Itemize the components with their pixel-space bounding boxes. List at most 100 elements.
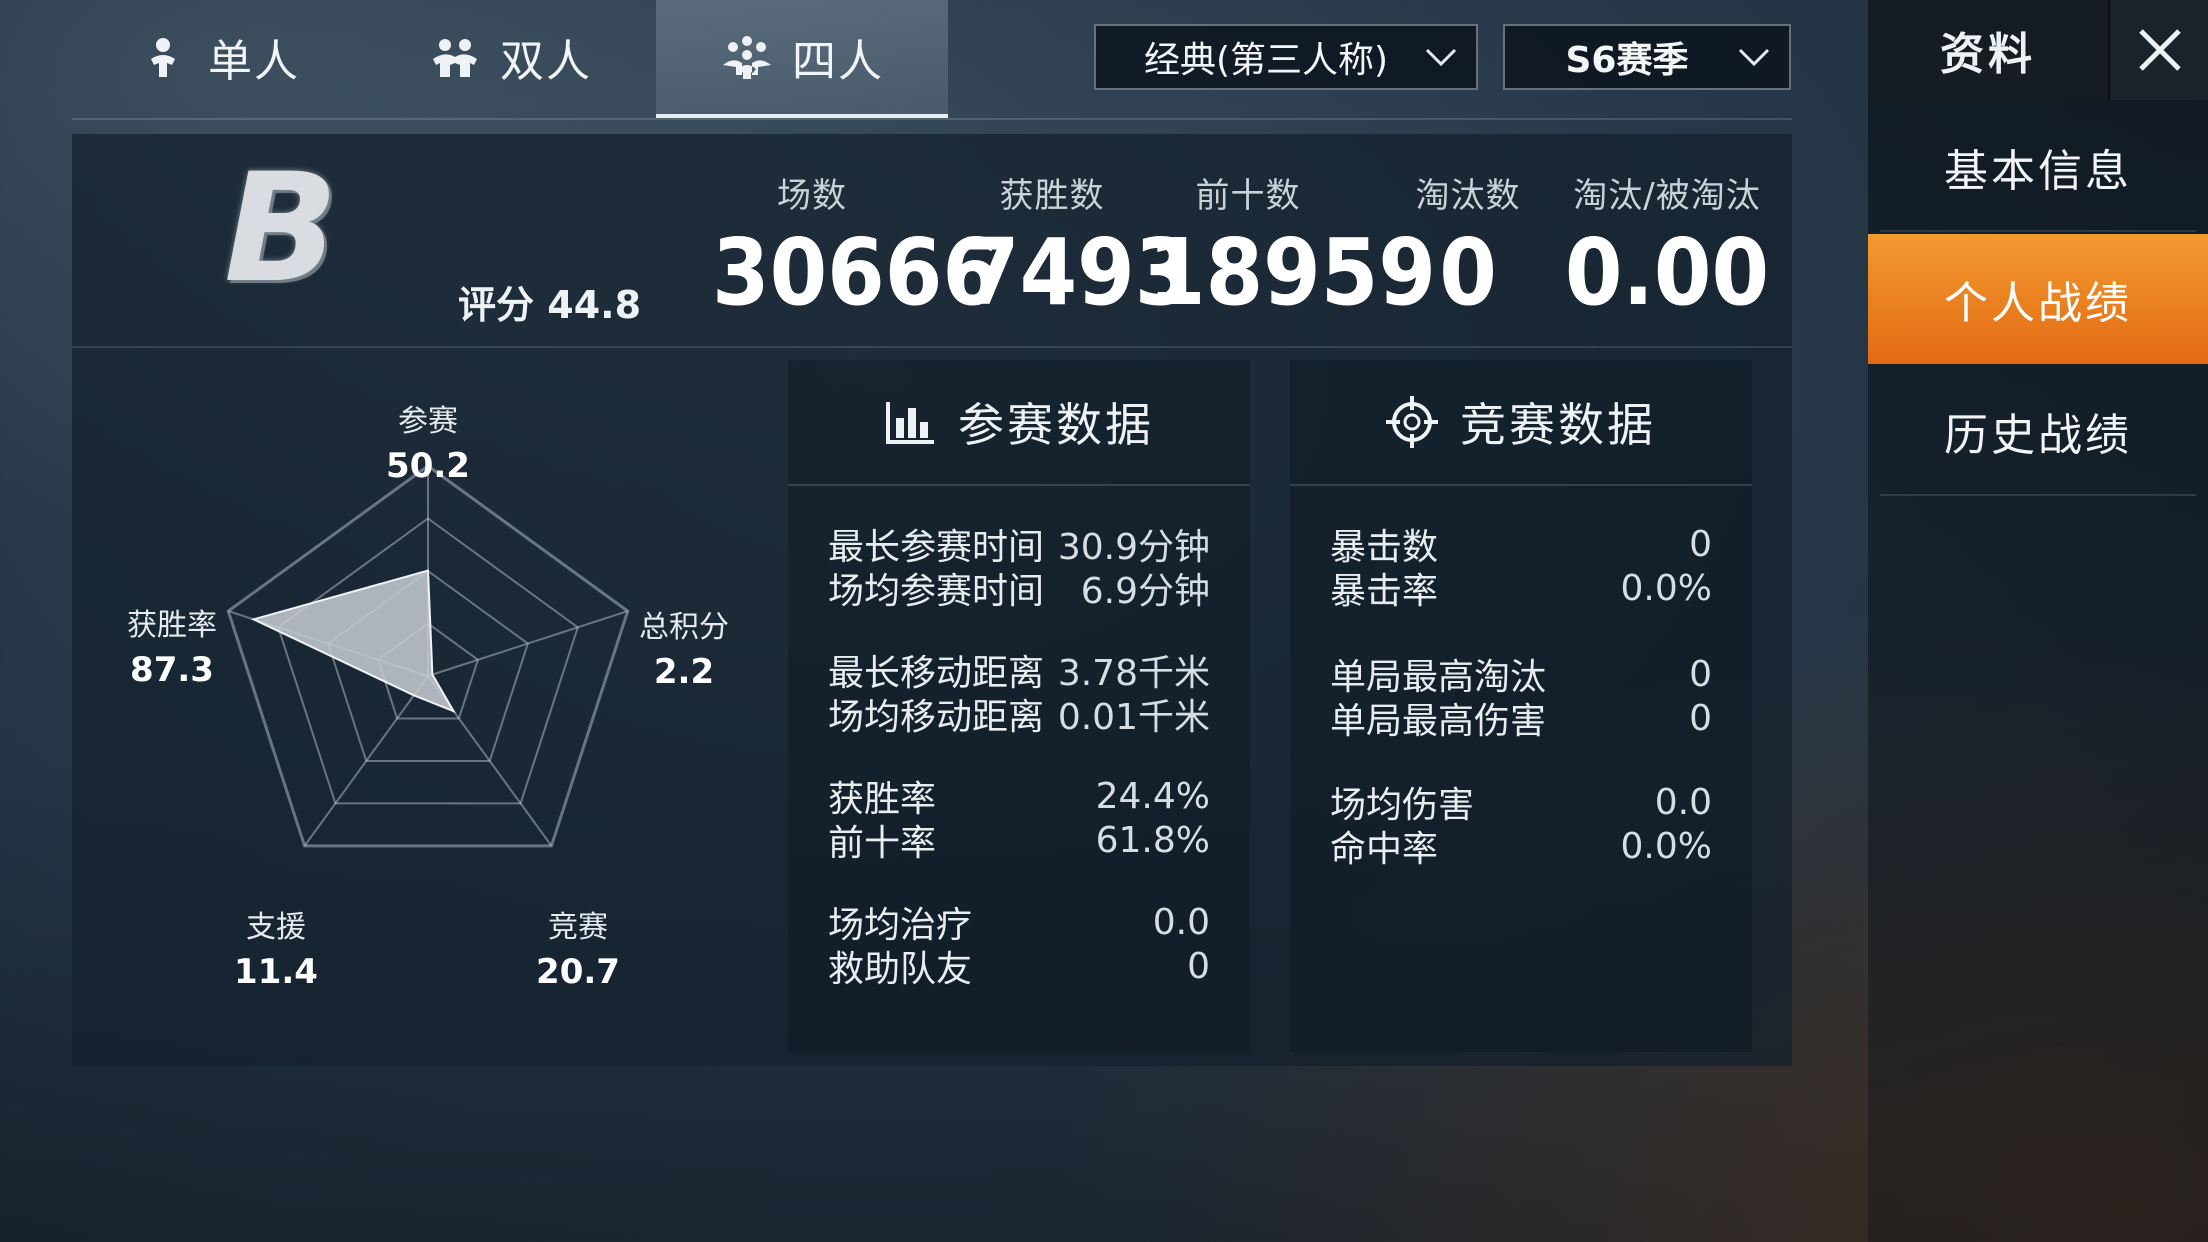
menu-label: 基本信息 [1944,146,2132,197]
menu-history-record[interactable]: 历史战绩 [1868,366,2208,496]
radar-axis-value: 87.3 [130,650,214,690]
data-row-label: 救助队友 [828,949,973,990]
tab-squad-label: 四人 [792,36,884,87]
participation-header: 参赛数据 [788,360,1250,486]
radar-label-winrate: 获胜率 87.3 [102,600,242,690]
season-selected: S6赛季 [1565,40,1689,81]
data-row: 单局最高淘汰 0 [1330,652,1712,699]
data-row: 获胜率 24.4% [828,774,1210,821]
tab-duo-label: 双人 [500,36,592,87]
menu-divider [1880,230,2196,232]
radar-axis-name: 参赛 [398,404,458,439]
stat-value: 0 [1439,219,1497,326]
stat-label: 前十数 [1195,176,1301,216]
radar-axis-value: 11.4 [234,952,318,992]
menu-label: 历史战绩 [1944,410,2132,461]
tab-squad[interactable]: 四人 [656,0,948,118]
radar-chart: 参赛 50.2 总积分 2.2 竞赛 20.7 支援 11.4 获胜率 87.3 [72,346,772,1066]
stat-value: 18959 [1148,219,1436,326]
data-row-value: 0.0% [1620,825,1712,867]
data-row-label: 前十率 [828,823,937,864]
duo-icon [433,39,477,77]
combat-data-panel: 竞赛数据 暴击数 0 暴击率 0.0% 单局最高淘汰 0 单局最高伤害 0 场均伤害 0.… [1290,360,1752,1052]
menu-basic-info[interactable]: 基本信息 [1868,102,2208,232]
data-row-label: 单局最高伤害 [1330,701,1547,742]
rating-value: 44.8 [547,283,642,327]
data-row-value: 6.9分钟 [1080,571,1210,612]
side-panel-title: 资料 [1940,29,2036,80]
data-row-value: 61.8% [1095,819,1210,861]
menu-label: 个人战绩 [1944,278,2132,329]
data-row: 暴击数 0 [1330,522,1712,569]
season-dropdown[interactable]: S6赛季 [1503,24,1791,90]
radar-label-support: 支援 11.4 [206,902,346,992]
stat-label: 获胜数 [999,176,1105,216]
data-row: 单局最高伤害 0 [1330,696,1712,743]
summary-row: B 评分 44.8 场数 30666 获胜数 7493 前十数 18959 淘汰… [72,134,1792,348]
close-icon [2139,29,2181,71]
stat-eliminations: 淘汰数 0 [1388,168,1548,323]
radar-axis-line [427,610,629,677]
data-row: 命中率 0.0% [1330,824,1712,871]
close-button[interactable] [2108,0,2208,100]
radar-axis-name: 获胜率 [127,608,217,643]
radar-axis-name: 支援 [246,910,306,945]
menu-personal-record[interactable]: 个人战绩 [1868,234,2208,364]
game-mode-selected: 经典(第三人称) [1143,40,1389,81]
game-mode-dropdown[interactable]: 经典(第三人称) [1094,24,1478,90]
single-player-icon [151,38,175,77]
chevron-down-icon [1425,48,1457,67]
radar-label-competition: 竞赛 20.7 [508,902,648,992]
rating-label: 评分 [458,283,535,327]
data-row: 最长参赛时间 30.9分钟 [828,522,1210,568]
stat-value: 0.00 [1564,219,1770,326]
radar-axis-value: 2.2 [653,652,715,692]
radar-label-score: 总积分 2.2 [614,602,754,692]
stat-label: 淘汰/被淘汰 [1573,176,1761,216]
data-row: 救助队友 0 [828,944,1210,991]
data-row-label: 暴击率 [1330,571,1439,612]
data-row-value: 0.0 [1654,781,1712,823]
data-row-value: 0 [1689,653,1712,695]
stat-top10: 前十数 18959 [1148,168,1436,326]
tab-duo[interactable]: 双人 [364,0,656,114]
data-row: 场均治疗 0.0 [828,900,1210,947]
participation-title: 参赛数据 [958,398,1154,452]
rating: 评分 44.8 [458,274,641,329]
crosshair-icon [1386,396,1438,448]
tab-single[interactable]: 单人 [72,0,364,114]
top-divider [72,118,1792,120]
stat-value: 30666 [712,219,1000,326]
bar-chart-icon [886,402,934,444]
data-row-value: 0 [1689,523,1712,565]
radar-axis-value: 50.2 [386,446,470,486]
data-row: 场均伤害 0.0 [1330,780,1712,827]
data-row-label: 命中率 [1330,829,1439,870]
radar-label-participation: 参赛 50.2 [358,396,498,486]
stat-wins: 获胜数 7493 [962,168,1193,326]
data-row-value: 0.0 [1152,901,1210,943]
mode-tabs: 单人 双人 四人 [72,0,948,118]
data-row-label: 场均参赛时间 [828,571,1045,612]
chevron-down-icon [1738,48,1770,67]
menu-divider [1880,494,2196,496]
stat-kd-ratio: 淘汰/被淘汰 0.00 [1562,168,1772,323]
data-row-value: 0.0% [1620,567,1712,609]
rank-badge: B [224,142,339,316]
data-row-value: 0 [1187,945,1210,987]
data-row: 暴击率 0.0% [1330,566,1712,613]
data-row-value: 0 [1689,697,1712,739]
combat-title: 竞赛数据 [1460,398,1656,452]
stat-label: 淘汰数 [1415,176,1521,216]
stat-value: 7493 [962,219,1193,326]
data-row: 前十率 61.8% [828,818,1210,865]
side-panel-header: 资料 [1868,0,2208,100]
profile-side-panel: 资料 基本信息 个人战绩 历史战绩 [1868,0,2208,1242]
radar-axis-name: 竞赛 [548,910,608,945]
main-stats-panel: B 评分 44.8 场数 30666 获胜数 7493 前十数 18959 淘汰… [72,134,1792,1066]
data-row: 最长移动距离 3.78千米 [828,648,1210,694]
stat-label: 场数 [777,176,847,216]
data-row-value: 24.4% [1095,775,1210,817]
radar-axis-value: 20.7 [536,952,620,992]
data-row-value: 0.01千米 [1057,697,1210,738]
